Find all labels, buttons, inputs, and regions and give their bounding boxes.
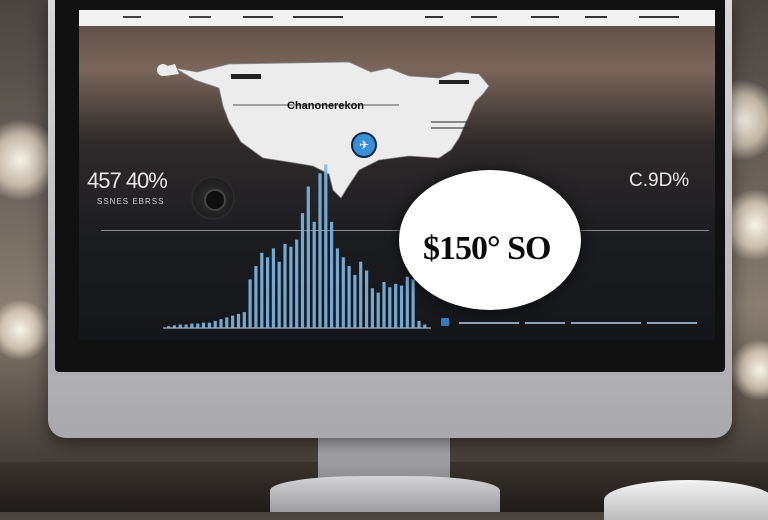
footer-text [459, 321, 709, 328]
monitor-base [270, 476, 500, 512]
chart-bar [242, 312, 246, 328]
chart-bar [306, 186, 310, 328]
chart-bar [405, 276, 409, 328]
chart-bar [300, 213, 305, 328]
chart-bar [248, 279, 252, 328]
price-value: $150° SO [423, 230, 551, 267]
chart-bar [289, 246, 293, 328]
bokeh-light [730, 340, 768, 400]
chart-bar [254, 266, 258, 328]
chart-bar [266, 257, 270, 328]
chart-bar [184, 324, 188, 328]
mouse [604, 480, 768, 520]
chart-bar [231, 315, 235, 328]
nav-item[interactable] [425, 14, 443, 22]
footer-icon [441, 318, 449, 326]
chart-bar [370, 288, 374, 328]
nav-item[interactable] [531, 14, 559, 22]
chart-bar [417, 320, 421, 328]
chart-bar [324, 164, 328, 328]
chart-bar [271, 248, 275, 328]
bokeh-light [0, 300, 50, 360]
chart-bar [196, 323, 200, 328]
nav-item[interactable] [293, 14, 343, 22]
chart-bar [236, 313, 241, 328]
chart-bar [207, 322, 211, 328]
monitor: Chanonerekon ✈ 457 40% SSNES EBRSS C.9D%… [48, 0, 732, 438]
chart-bar [318, 173, 322, 328]
bar-chart [163, 164, 431, 329]
monitor-bezel: Chanonerekon ✈ 457 40% SSNES EBRSS C.9D%… [55, 0, 725, 372]
chart-bar [312, 221, 316, 328]
chart-bar [295, 239, 299, 328]
nav-item[interactable] [189, 14, 211, 22]
screen: Chanonerekon ✈ 457 40% SSNES EBRSS C.9D%… [79, 10, 715, 340]
chart-bar [213, 320, 217, 328]
chart-bar [201, 322, 206, 328]
chart-bar [277, 261, 281, 328]
chart-bar [341, 257, 345, 328]
chart-bar [353, 274, 357, 328]
chart-bar [260, 252, 264, 328]
chart-bar [423, 324, 427, 328]
nav-item[interactable] [243, 14, 273, 22]
chart-bar [382, 282, 386, 328]
nav-item[interactable] [471, 14, 497, 22]
chart-bar [411, 279, 415, 328]
chart-bar [365, 270, 369, 328]
chart-bar [283, 244, 287, 328]
chart-bar [219, 319, 223, 328]
chart-bar [359, 261, 363, 328]
top-nav-bar [79, 10, 715, 26]
chart-bar [172, 325, 176, 328]
nav-item[interactable] [585, 14, 607, 22]
chart-bar [335, 248, 339, 328]
chart-bar [190, 323, 194, 328]
chart-bar [330, 221, 334, 328]
chart-bar [388, 287, 392, 328]
chart-bar [399, 285, 404, 328]
nav-item[interactable] [123, 14, 141, 22]
chart-bar [376, 292, 380, 328]
footer-text-lines [459, 322, 697, 324]
nav-item[interactable] [639, 14, 679, 22]
chart-bar [178, 324, 182, 328]
chart-bar [167, 326, 171, 328]
chart-bar [347, 266, 351, 328]
chart-bar [225, 317, 229, 328]
monitor-stand [318, 436, 450, 478]
chart-bar [394, 283, 398, 328]
